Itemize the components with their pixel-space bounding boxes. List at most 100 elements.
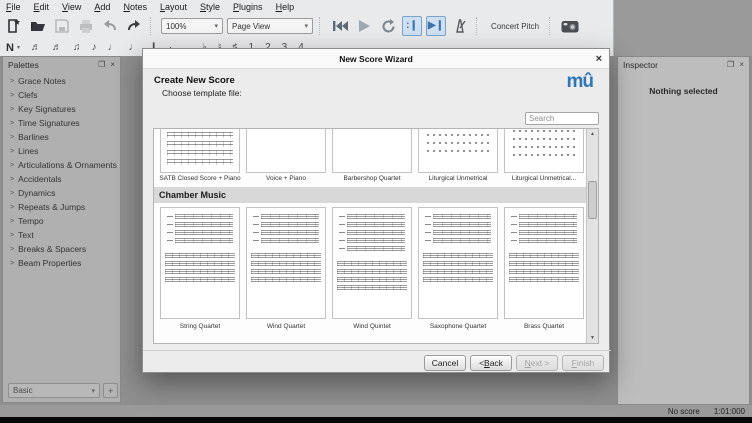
open-file-button[interactable] (28, 16, 48, 36)
menu-notes[interactable]: Notes (123, 2, 147, 12)
view-mode-value: Page View (232, 22, 270, 31)
dialog-close-button[interactable]: × (596, 49, 602, 69)
note-eighth-button[interactable]: ♪ (91, 43, 96, 53)
palette-item-articulations[interactable]: > Articulations & Ornaments (3, 158, 120, 172)
float-panel-icon[interactable]: ❐ (98, 61, 105, 69)
template-search-input[interactable] (525, 112, 599, 125)
palette-item-lines[interactable]: >Lines (3, 144, 120, 158)
note-32nd-button[interactable]: ♬ (52, 43, 62, 53)
palette-item-text[interactable]: >Text (3, 228, 120, 242)
musescore-logo: mû (567, 71, 594, 93)
print-button[interactable] (76, 16, 96, 36)
menu-file[interactable]: File (6, 2, 21, 12)
palette-item-label: Articulations & Ornaments (18, 160, 117, 170)
float-panel-icon[interactable]: ❐ (727, 61, 734, 69)
template-label: Brass Quartet (502, 323, 586, 330)
pan-playback-toggle[interactable]: ▶❙ (426, 16, 446, 36)
save-button[interactable] (52, 16, 72, 36)
add-palette-button[interactable]: + (103, 383, 118, 398)
chevron-down-icon: ▾ (17, 44, 20, 51)
finish-button[interactable]: Finish (562, 355, 604, 371)
template-list-scrollbar[interactable]: ▲ ▼ (586, 129, 598, 343)
scrollbar-thumb[interactable] (588, 181, 597, 219)
palette-item-repeats-jumps[interactable]: >Repeats & Jumps (3, 200, 120, 214)
close-panel-icon[interactable]: × (110, 61, 115, 69)
close-panel-icon[interactable]: × (739, 61, 744, 69)
loop-playback-button[interactable] (378, 16, 398, 36)
palette-item-breaks-spacers[interactable]: >Breaks & Spacers (3, 242, 120, 256)
menu-style[interactable]: Style (200, 2, 220, 12)
back-button[interactable]: < Back (470, 355, 512, 371)
template-card-wind-quartet[interactable] (246, 207, 326, 319)
palette-item-dynamics[interactable]: >Dynamics (3, 186, 120, 200)
palette-item-label: Text (18, 230, 34, 240)
next-button[interactable]: Next > (516, 355, 558, 371)
scroll-up-icon[interactable]: ▲ (587, 129, 598, 139)
menu-view[interactable]: View (62, 2, 81, 12)
twisty-icon: > (10, 148, 14, 155)
palette-item-time-signatures[interactable]: >Time Signatures (3, 116, 120, 130)
undo-button[interactable] (100, 16, 120, 36)
template-card-liturgical-unmetrical-2[interactable] (504, 128, 584, 173)
next-label-rest: ext > (531, 358, 550, 368)
palette-item-tempo[interactable]: >Tempo (3, 214, 120, 228)
note-quarter-button[interactable]: ♩ (107, 43, 117, 53)
menu-add[interactable]: Add (94, 2, 110, 12)
note-input-mode-button[interactable]: N (6, 42, 14, 54)
menu-edit[interactable]: Edit (34, 2, 50, 12)
view-mode-select[interactable]: Page View ▾ (227, 18, 313, 34)
palette-item-barlines[interactable]: >Barlines (3, 130, 120, 144)
metronome-button[interactable] (450, 16, 470, 36)
rewind-button[interactable] (330, 16, 350, 36)
play-repeats-toggle[interactable]: :❙ (402, 16, 422, 36)
twisty-icon: > (10, 106, 14, 113)
main-toolbar: 100% ▾ Page View ▾ (0, 13, 613, 39)
template-card-string-quartet[interactable] (160, 207, 240, 319)
cancel-label: Cancel (432, 358, 458, 368)
template-label: Liturgical Unmetrical... (502, 175, 586, 182)
palette-item-grace-notes[interactable]: >Grace Notes (3, 74, 120, 88)
template-card-satb-closed-piano[interactable] (160, 128, 240, 173)
chevron-down-icon: ▾ (304, 22, 308, 30)
palette-item-clefs[interactable]: >Clefs (3, 88, 120, 102)
palette-item-accidentals[interactable]: >Accidentals (3, 172, 120, 186)
twisty-icon: > (10, 162, 14, 169)
redo-button[interactable] (124, 16, 144, 36)
dialog-heading: Create New Score (154, 75, 235, 86)
note-64th-button[interactable]: ♬ (31, 43, 41, 53)
twisty-icon: > (10, 190, 14, 197)
template-card-saxophone-quartet[interactable] (418, 207, 498, 319)
menu-plugins[interactable]: Plugins (233, 2, 263, 12)
palette-preset-select[interactable]: Basic ▾ (8, 383, 100, 398)
undo-icon (102, 18, 118, 34)
image-capture-button[interactable] (560, 16, 580, 36)
template-label: SATB Closed Score + Piano (158, 175, 242, 182)
new-score-icon (6, 18, 22, 34)
menu-layout[interactable]: Layout (160, 2, 187, 12)
template-card-voice-piano[interactable] (246, 128, 326, 173)
play-bar-icon: ▶❙ (428, 21, 444, 31)
finish-label-rest: inish (577, 358, 594, 368)
dialog-button-row: Cancel < Back Next > Finish (143, 350, 611, 374)
window-bottom-edge (0, 417, 752, 423)
palette-item-key-signatures[interactable]: >Key Signatures (3, 102, 120, 116)
template-card-liturgical-unmetrical[interactable] (418, 128, 498, 173)
new-score-button[interactable] (4, 16, 24, 36)
note-16th-button[interactable]: ♫ (73, 43, 81, 53)
dialog-titlebar[interactable]: New Score Wizard × (143, 49, 609, 69)
template-card-wind-quintet[interactable] (332, 207, 412, 319)
template-card-brass-quartet[interactable] (504, 207, 584, 319)
dialog-title: New Score Wizard (339, 54, 413, 64)
twisty-icon: > (10, 176, 14, 183)
menu-help[interactable]: Help (276, 2, 295, 12)
zoom-select[interactable]: 100% ▾ (161, 18, 223, 34)
note-half-button[interactable]: ♩ (128, 43, 138, 53)
template-card-barbershop-quartet[interactable] (332, 128, 412, 173)
concert-pitch-toggle[interactable]: Concert Pitch (487, 22, 543, 31)
twisty-icon: > (10, 246, 14, 253)
metronome-icon (453, 19, 467, 33)
cancel-button[interactable]: Cancel (424, 355, 466, 371)
play-button[interactable] (354, 16, 374, 36)
scroll-down-icon[interactable]: ▼ (587, 333, 598, 343)
palette-item-beam-properties[interactable]: >Beam Properties (3, 256, 120, 270)
